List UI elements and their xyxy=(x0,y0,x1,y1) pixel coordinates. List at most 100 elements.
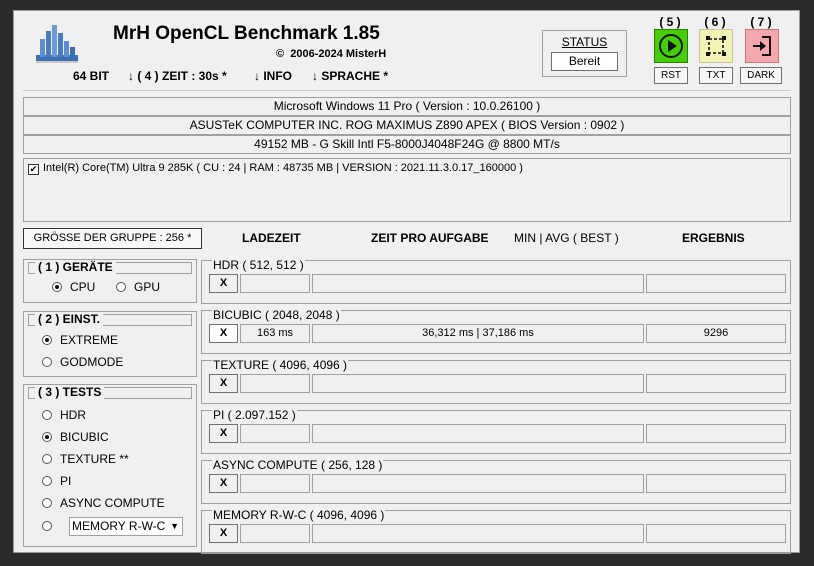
test-title: ASYNC COMPUTE ( 256, 128 ) xyxy=(212,458,384,472)
radio-hdr-label: HDR xyxy=(60,408,86,422)
test-title: BICUBIC ( 2048, 2048 ) xyxy=(212,308,341,322)
play-icon xyxy=(659,34,683,58)
radio-bicubic[interactable] xyxy=(42,432,52,442)
cpu-device-checkbox[interactable]: ✔ xyxy=(28,164,39,175)
radio-cpu[interactable] xyxy=(52,282,62,292)
radio-texture-label: TEXTURE ** xyxy=(60,452,129,466)
btn5-number: ( 5 ) xyxy=(659,15,681,29)
radio-texture[interactable] xyxy=(42,454,52,464)
memory-rwc-select-value: MEMORY R-W-C xyxy=(72,519,166,533)
test-load-time xyxy=(240,424,310,443)
group-size-button[interactable]: GRÖSSE DER GRUPPE : 256 * xyxy=(23,228,202,249)
copyright-icon: © xyxy=(276,48,285,60)
test-title: TEXTURE ( 4096, 4096 ) xyxy=(212,358,349,372)
bit-label: 64 BIT xyxy=(73,69,110,83)
test-load-time: 163 ms xyxy=(240,324,310,343)
menu-sprache[interactable]: ↓ SPRACHE * xyxy=(312,69,388,83)
test-time-per-task xyxy=(312,524,644,543)
radio-pi[interactable] xyxy=(42,476,52,486)
test-result xyxy=(646,374,786,393)
test-row-memory-rwc: MEMORY R-W-C ( 4096, 4096 ) X xyxy=(201,508,791,554)
test-row-pi: PI ( 2.097.152 ) X xyxy=(201,408,791,454)
col-zeit-pro-aufgabe: ZEIT PRO AUFGABE xyxy=(371,231,489,245)
col-ergebnis: ERGEBNIS xyxy=(682,231,745,245)
test-load-time xyxy=(240,524,310,543)
radio-extreme[interactable] xyxy=(42,335,52,345)
test-disable-button[interactable]: X xyxy=(209,474,238,493)
test-disable-button[interactable]: X xyxy=(209,374,238,393)
test-result xyxy=(646,474,786,493)
radio-extreme-label: EXTREME xyxy=(60,333,119,347)
radio-gpu[interactable] xyxy=(116,282,126,292)
app-title: MrH OpenCL Benchmark 1.85 xyxy=(113,23,380,44)
test-disable-button[interactable]: X xyxy=(209,274,238,293)
exit-icon xyxy=(753,36,771,56)
selection-icon xyxy=(706,36,726,56)
copyright-text: 2006-2024 MisterH xyxy=(290,48,387,60)
test-result xyxy=(646,274,786,293)
radio-pi-label: PI xyxy=(60,474,72,488)
radio-async-compute-label: ASYNC COMPUTE xyxy=(60,496,165,510)
test-row-async-compute: ASYNC COMPUTE ( 256, 128 ) X xyxy=(201,458,791,504)
test-time-per-task xyxy=(312,424,644,443)
radio-godmode-label: GODMODE xyxy=(60,355,124,369)
copyright: © 2006-2024 MisterH xyxy=(276,48,386,60)
radio-async-compute[interactable] xyxy=(42,498,52,508)
radio-cpu-label: CPU xyxy=(70,280,96,294)
test-result xyxy=(646,424,786,443)
test-load-time xyxy=(240,274,310,293)
board-info: ASUSTeK COMPUTER INC. ROG MAXIMUS Z890 A… xyxy=(23,116,791,135)
settings-panel: ( 2 ) EINST. EXTREME GODMODE xyxy=(23,311,197,377)
col-ladezeit: LADEZEIT xyxy=(242,231,301,245)
test-title: HDR ( 512, 512 ) xyxy=(212,258,305,272)
status-value: Bereit xyxy=(551,52,618,71)
status-label: STATUS xyxy=(561,35,608,49)
benchmark-logo-icon xyxy=(36,25,78,63)
memory-info: 49152 MB - G Skill Intl F5-8000J4048F24G… xyxy=(23,135,791,154)
test-disable-button[interactable]: X xyxy=(209,324,238,343)
btn6-number: ( 6 ) xyxy=(704,15,726,29)
menu-info[interactable]: ↓ INFO xyxy=(254,69,292,83)
tests-panel: ( 3 ) TESTS HDR BICUBIC TEXTURE ** PI AS… xyxy=(23,384,197,547)
radio-gpu-label: GPU xyxy=(134,280,161,294)
radio-godmode[interactable] xyxy=(42,357,52,367)
os-info: Microsoft Windows 11 Pro ( Version : 10.… xyxy=(23,97,791,116)
test-row-hdr: HDR ( 512, 512 ) X xyxy=(201,258,791,304)
devices-panel-title: ( 1 ) GERÄTE xyxy=(35,260,116,274)
checkmark-icon: ✔ xyxy=(29,164,38,174)
test-row-bicubic: BICUBIC ( 2048, 2048 ) X 163 ms 36,312 m… xyxy=(201,308,791,354)
test-result: 9296 xyxy=(646,324,786,343)
radio-bicubic-label: BICUBIC xyxy=(60,430,109,444)
radio-memory-rwc[interactable] xyxy=(42,521,52,531)
test-disable-button[interactable]: X xyxy=(209,424,238,443)
chevron-down-icon: ▼ xyxy=(170,521,179,531)
test-time-per-task xyxy=(312,474,644,493)
test-result xyxy=(646,524,786,543)
radio-hdr[interactable] xyxy=(42,410,52,420)
run-button[interactable] xyxy=(654,29,688,63)
test-disable-button[interactable]: X xyxy=(209,524,238,543)
test-row-texture: TEXTURE ( 4096, 4096 ) X xyxy=(201,358,791,404)
rst-button[interactable]: RST xyxy=(654,67,688,84)
btn7-number: ( 7 ) xyxy=(750,15,772,29)
tests-panel-title: ( 3 ) TESTS xyxy=(35,385,105,399)
settings-panel-title: ( 2 ) EINST. xyxy=(35,312,104,326)
test-time-per-task xyxy=(312,274,644,293)
test-title: MEMORY R-W-C ( 4096, 4096 ) xyxy=(212,508,386,522)
status-group: STATUS Bereit xyxy=(542,30,627,77)
header-divider xyxy=(23,90,791,91)
cpu-device-label: Intel(R) Core(TM) Ultra 9 285K ( CU : 24… xyxy=(43,162,523,174)
device-list: ✔ Intel(R) Core(TM) Ultra 9 285K ( CU : … xyxy=(23,158,791,222)
test-time-per-task xyxy=(312,374,644,393)
benchmark-window: MrH OpenCL Benchmark 1.85 © 2006-2024 Mi… xyxy=(13,10,800,554)
test-load-time xyxy=(240,374,310,393)
menu-zeit[interactable]: ↓ ( 4 ) ZEIT : 30s * xyxy=(128,69,227,83)
exit-button[interactable] xyxy=(745,29,779,63)
select-region-button[interactable] xyxy=(699,29,733,63)
dark-button[interactable]: DARK xyxy=(740,67,782,84)
devices-panel: ( 1 ) GERÄTE CPU GPU xyxy=(23,259,197,303)
memory-rwc-select[interactable]: MEMORY R-W-C ▼ xyxy=(69,517,183,536)
test-title: PI ( 2.097.152 ) xyxy=(212,408,297,422)
test-time-per-task: 36,312 ms | 37,186 ms xyxy=(312,324,644,343)
txt-button[interactable]: TXT xyxy=(699,67,733,84)
